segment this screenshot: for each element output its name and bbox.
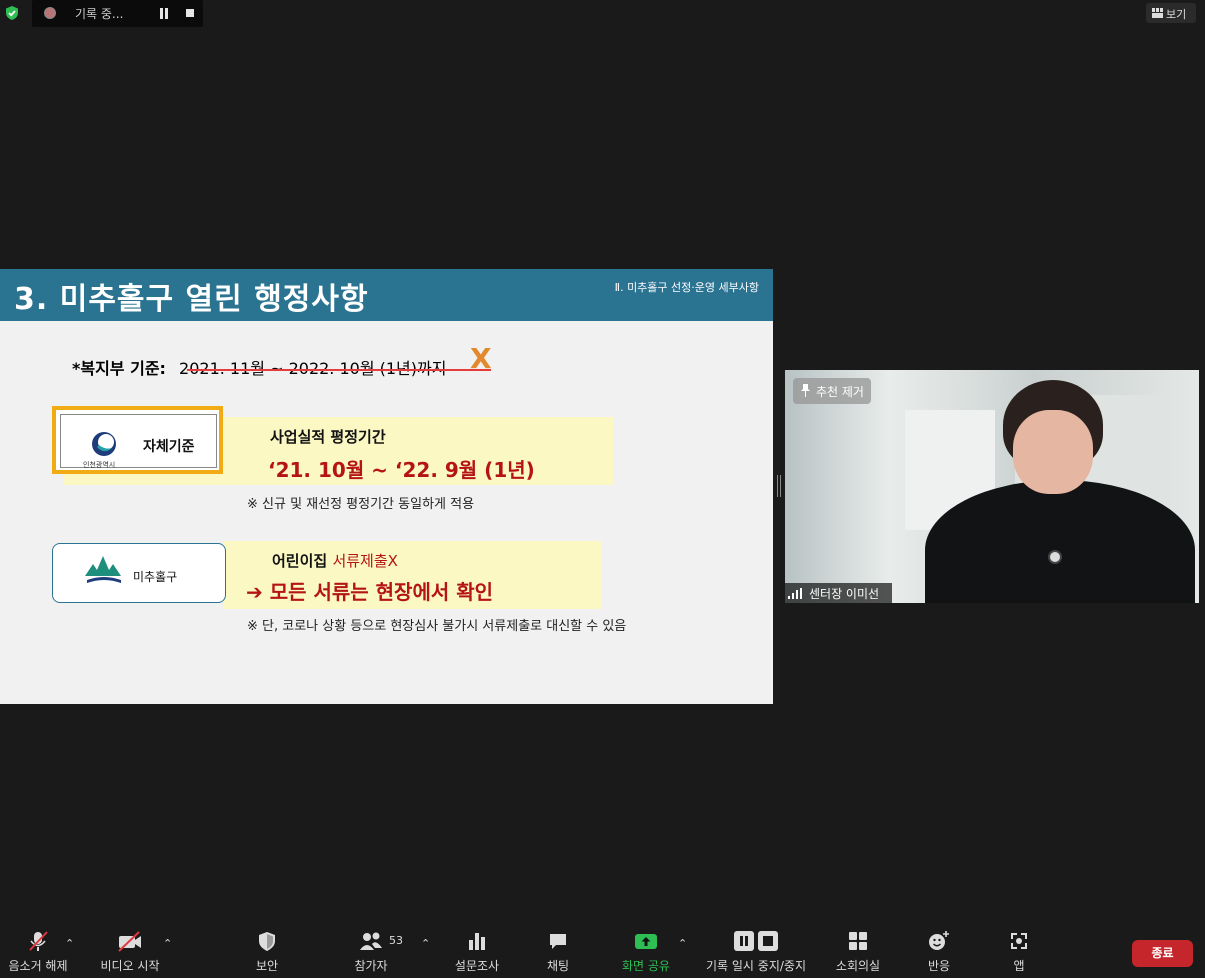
security-button[interactable]: 보안 (246, 930, 288, 974)
participant-face (1013, 410, 1093, 494)
ministry-criteria: *복지부 기준: 2021. 11월 ~ 2022. 10월 (1년)까지 (72, 355, 446, 379)
security-shield-icon (259, 932, 275, 951)
nursery-document-label: 어린이집 서류제출X (272, 550, 398, 571)
recording-bar: 기록 중... (32, 0, 203, 27)
remove-spotlight-button[interactable]: 추천 제거 (793, 378, 871, 404)
start-video-button[interactable]: 비디오 시작 (97, 930, 163, 974)
participant-video[interactable]: 추천 제거 센터장 이미선 (785, 370, 1199, 603)
security-label: 보안 (255, 959, 279, 973)
share-options-caret-icon[interactable]: ⌃ (678, 937, 687, 950)
video-options-caret-icon[interactable]: ⌃ (163, 937, 172, 950)
michuhol-logo-box: 미추홀구 (52, 543, 226, 603)
audio-options-caret-icon[interactable]: ⌃ (65, 937, 74, 950)
shared-screen-slide: 3. 미추홀구 열린 행정사항 Ⅱ. 미추홀구 선정·운영 세부사항 *복지부 … (0, 269, 773, 704)
participants-options-caret-icon[interactable]: ⌃ (421, 937, 430, 950)
encryption-shield-icon[interactable] (4, 5, 20, 21)
participant-name: 센터장 이미선 (809, 587, 880, 601)
muted-microphone-icon (29, 931, 48, 951)
end-meeting-button[interactable]: 종료 (1132, 940, 1193, 967)
participant-brooch (1048, 550, 1062, 564)
recording-status: 기록 중... (75, 7, 124, 21)
share-screen-label: 화면 공유 (622, 959, 670, 973)
strikethrough-line (187, 369, 491, 371)
participants-count: 53 (389, 934, 403, 947)
polls-button[interactable]: 설문조사 (452, 930, 502, 974)
share-screen-icon (635, 934, 657, 949)
apps-button[interactable]: 앱 (998, 930, 1040, 974)
performance-period-label: 사업실적 평정기간 (270, 428, 386, 446)
panel-resize-handle[interactable] (777, 475, 781, 497)
grid-view-icon (1152, 8, 1163, 18)
chat-button[interactable]: 채팅 (537, 930, 579, 974)
reactions-label: 반응 (927, 959, 951, 973)
signal-strength-icon (788, 588, 802, 599)
participants-label: 참가자 (354, 959, 388, 973)
recording-control-label: 기록 일시 중지/중지 (706, 959, 806, 973)
participant-name-tag: 센터장 이미선 (785, 583, 892, 603)
nursery-label-red: 서류제출X (332, 552, 398, 570)
video-off-camera-icon (118, 931, 141, 952)
cross-mark: X (470, 342, 492, 375)
pause-stop-recording-icon (734, 931, 778, 951)
unmute-button[interactable]: 음소거 해제 (5, 930, 71, 974)
participants-button[interactable]: 참가자 (350, 930, 392, 974)
recording-control-button[interactable]: 기록 일시 중지/중지 (702, 930, 810, 974)
michuhol-logo-label: 미추홀구 (133, 570, 178, 584)
michuhol-emblem-icon (85, 556, 121, 583)
polls-label: 설문조사 (454, 959, 500, 973)
slide-title: 3. 미추홀구 열린 행정사항 (14, 282, 369, 317)
slide-section-label: Ⅱ. 미추홀구 선정·운영 세부사항 (614, 281, 759, 294)
participants-icon (360, 932, 382, 950)
stop-recording-icon[interactable] (186, 9, 194, 17)
breakout-rooms-label: 소회의실 (835, 959, 881, 973)
breakout-rooms-button[interactable]: 소회의실 (833, 930, 883, 974)
apps-label: 앱 (1013, 959, 1025, 973)
slide-header: 3. 미추홀구 열린 행정사항 Ⅱ. 미추홀구 선정·운영 세부사항 (0, 269, 773, 321)
criteria-label: *복지부 기준: (72, 359, 166, 378)
incheon-city-label: 인천광역시 (83, 461, 116, 469)
polls-bar-chart-icon (469, 933, 485, 950)
recording-dot-icon (44, 7, 56, 19)
chat-bubble-icon (550, 934, 566, 949)
pause-recording-icon[interactable] (159, 8, 169, 19)
share-screen-button[interactable]: 화면 공유 (617, 930, 675, 974)
nursery-label-text: 어린이집 (272, 552, 333, 570)
breakout-rooms-grid-icon (849, 932, 867, 950)
chat-label: 채팅 (546, 959, 570, 973)
note-covid-exception: ※ 단, 코로나 상황 등으로 현장심사 불가시 서류제출로 대신할 수 있음 (247, 619, 627, 634)
start-video-label: 비디오 시작 (100, 959, 160, 973)
incheon-logo-frame: 인천광역시 자체기준 (60, 414, 217, 469)
remove-spotlight-label: 추천 제거 (816, 385, 864, 399)
view-button[interactable]: 보기 (1146, 3, 1196, 23)
onsite-check-statement: ➔ 모든 서류는 현장에서 확인 (246, 580, 494, 604)
incheon-emblem-icon (92, 432, 116, 456)
pin-icon (801, 384, 810, 397)
own-criteria-label: 자체기준 (143, 439, 195, 455)
note-same-period: ※ 신규 및 재선정 평정기간 동일하게 적용 (247, 497, 475, 512)
incheon-logo-box: 인천광역시 자체기준 (52, 406, 223, 474)
reactions-button[interactable]: 반응 (918, 930, 960, 974)
view-button-label: 보기 (1166, 8, 1187, 21)
unmute-label: 음소거 해제 (8, 959, 68, 973)
reactions-smiley-icon (929, 931, 949, 950)
apps-icon (1011, 933, 1027, 949)
performance-period-range: ‘21. 10월 ~ ‘22. 9월 (1년) (268, 458, 535, 482)
